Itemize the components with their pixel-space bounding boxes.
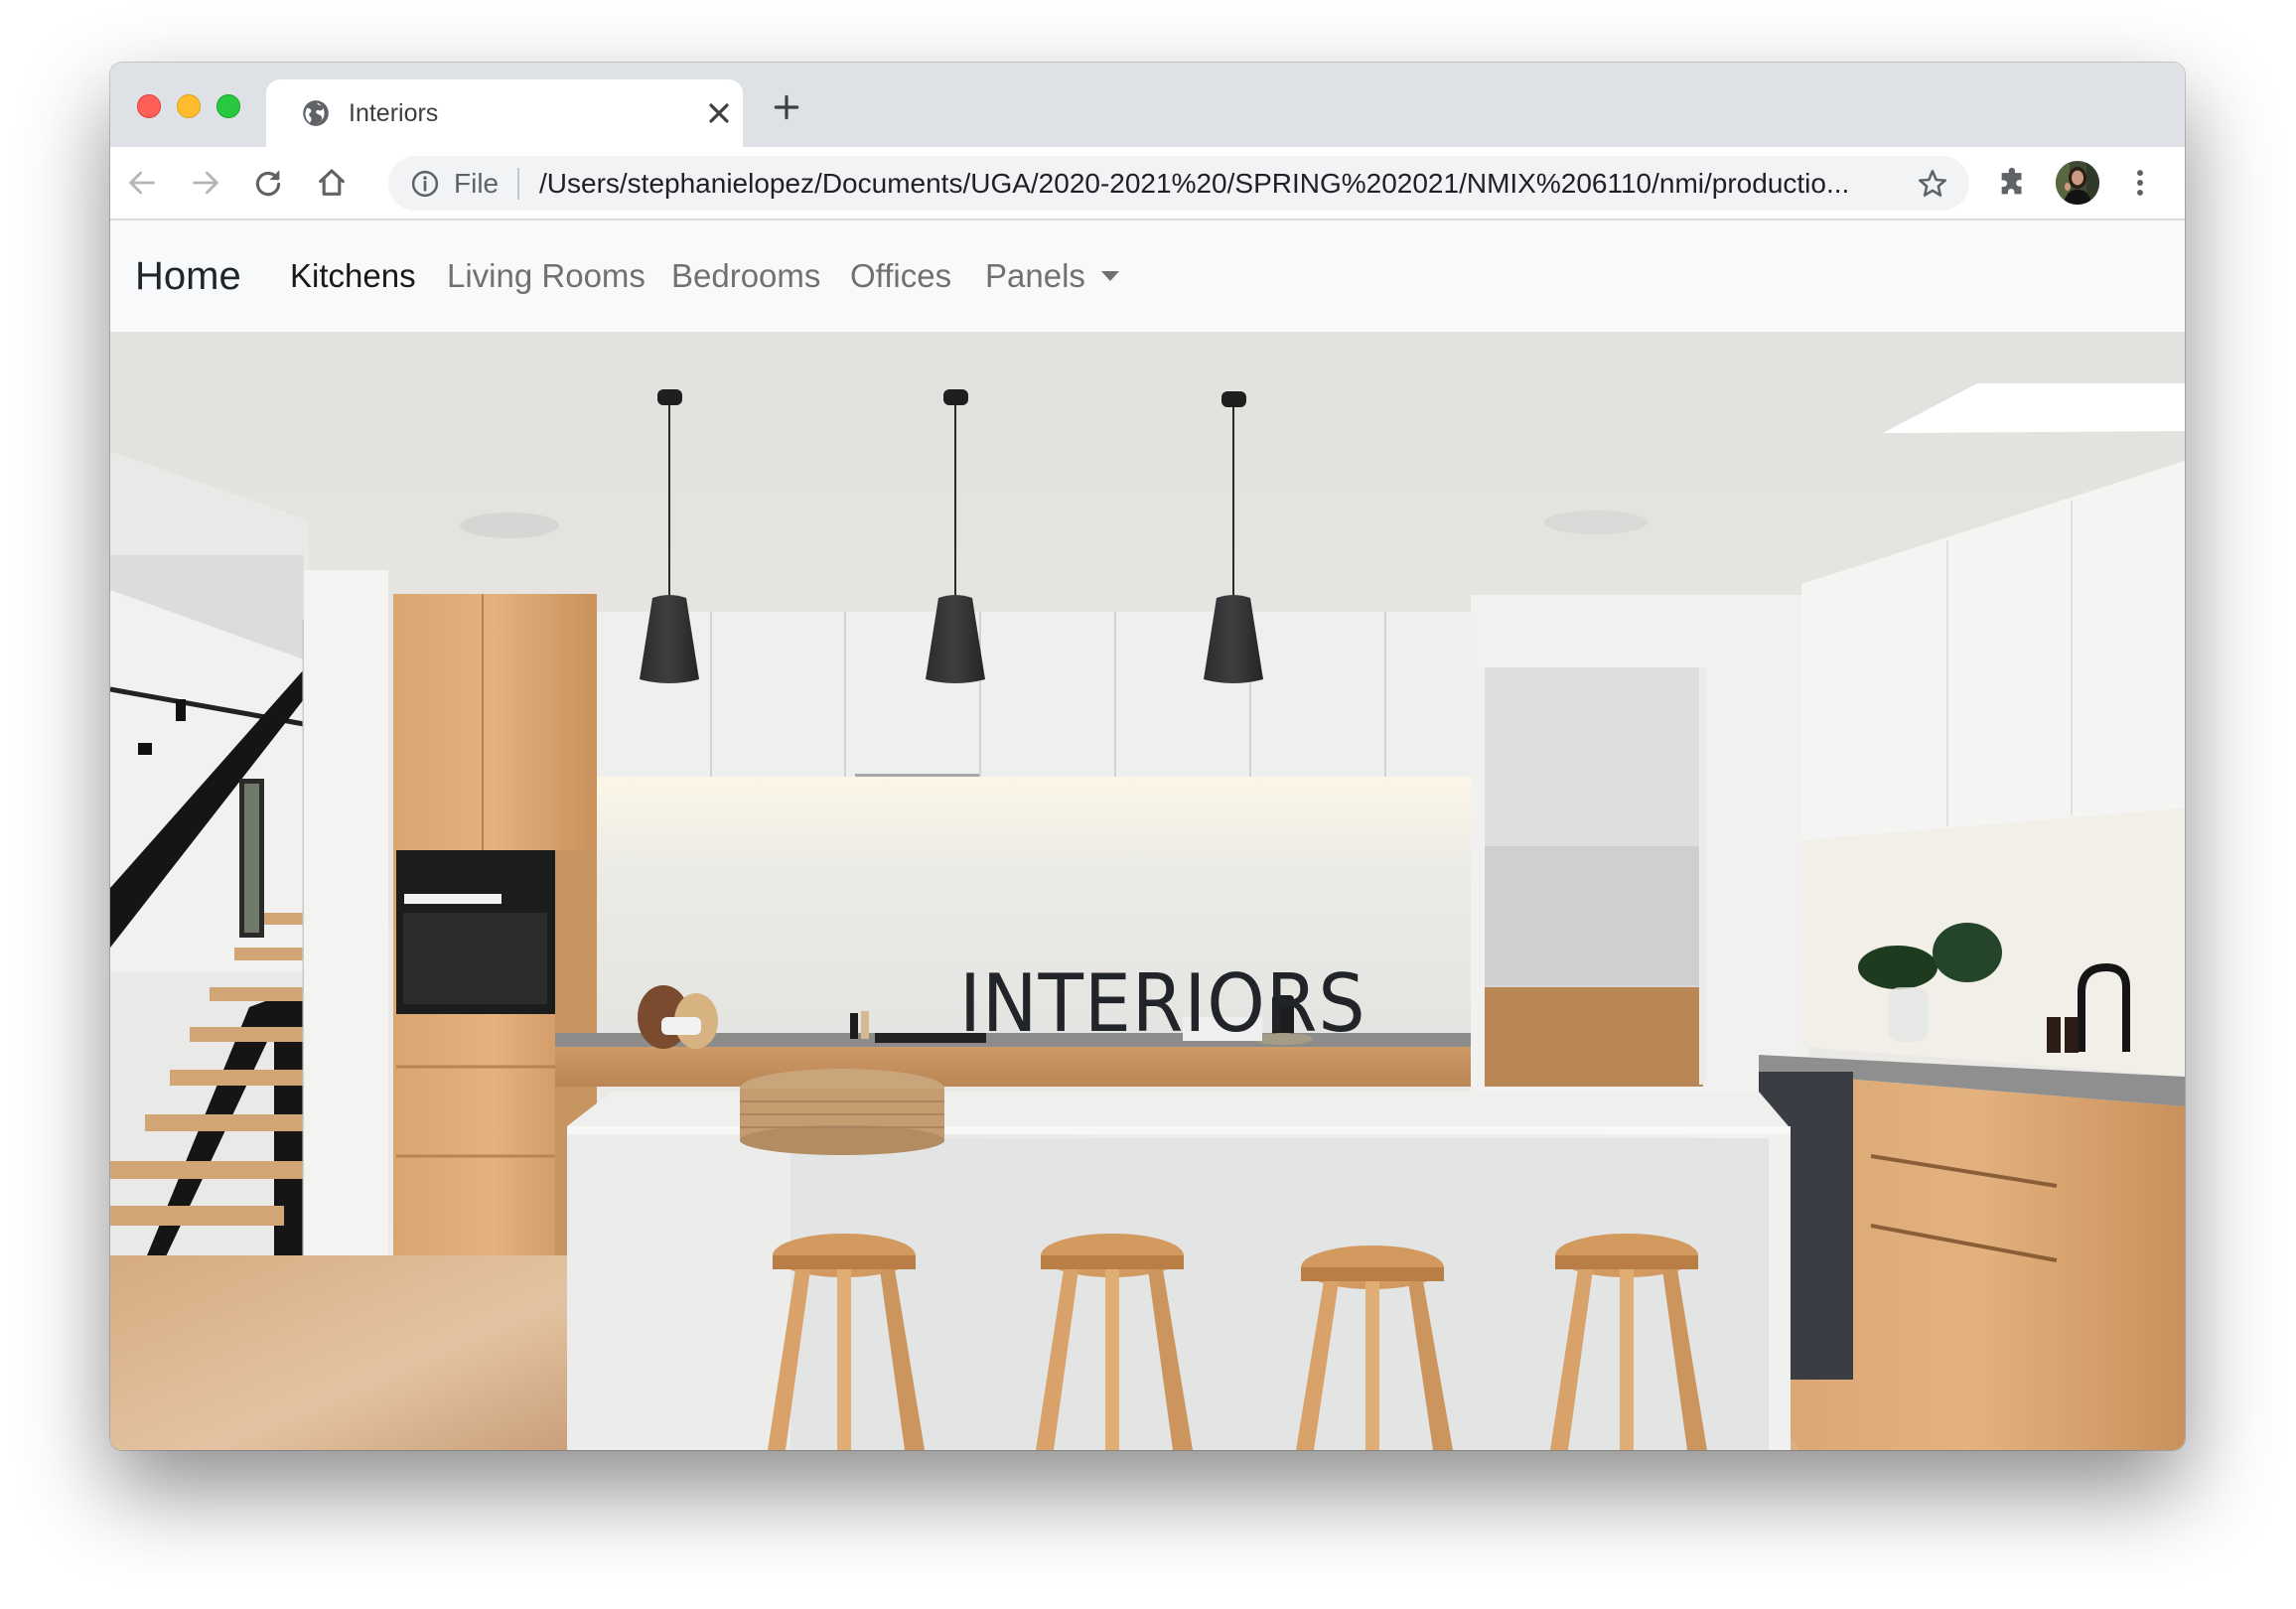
url-scheme-label: File	[454, 168, 500, 199]
kitchen-illustration	[110, 332, 2185, 1450]
star-icon[interactable]	[1916, 167, 1949, 201]
window-close-button[interactable]	[137, 94, 161, 118]
nav-link-offices[interactable]: Offices	[850, 256, 951, 296]
arrow-left-icon[interactable]	[125, 166, 159, 200]
navbar-brand-home-link[interactable]: Home	[135, 252, 241, 300]
tab-title: Interiors	[349, 99, 439, 127]
site-navbar: Home Kitchens Living Rooms Bedrooms Offi…	[110, 220, 2185, 332]
tab-strip: Interiors	[110, 63, 2185, 147]
globe-icon	[303, 100, 329, 126]
browser-toolbar: File /Users/stephanielopez/Documents/UGA…	[110, 147, 2185, 220]
home-icon[interactable]	[315, 166, 349, 200]
browser-tab-active[interactable]: Interiors	[266, 79, 743, 147]
browser-window: Interiors File /Users/stephanielopez/Doc…	[110, 63, 2185, 1450]
nav-dropdown-panels-label: Panels	[985, 257, 1085, 294]
omnibox-separator	[517, 168, 519, 200]
hero-image-kitchen: INTERIORS	[110, 332, 2185, 1450]
new-tab-button[interactable]	[771, 91, 802, 123]
window-maximize-button[interactable]	[216, 94, 240, 118]
url-text[interactable]: /Users/stephanielopez/Documents/UGA/2020…	[539, 167, 1849, 201]
window-minimize-button[interactable]	[177, 94, 201, 118]
nav-link-bedrooms[interactable]: Bedrooms	[671, 256, 820, 296]
arrow-right-icon[interactable]	[189, 166, 222, 200]
info-icon[interactable]	[410, 169, 440, 199]
avatar[interactable]	[2056, 161, 2099, 205]
close-icon[interactable]	[703, 97, 735, 129]
reload-icon[interactable]	[251, 166, 285, 200]
nav-link-living-rooms[interactable]: Living Rooms	[447, 256, 646, 296]
address-bar[interactable]: File /Users/stephanielopez/Documents/UGA…	[388, 156, 1969, 211]
more-vertical-icon[interactable]	[2123, 166, 2157, 200]
puzzle-icon[interactable]	[1996, 166, 2030, 200]
nav-dropdown-panels[interactable]: Panels	[985, 256, 1119, 296]
hero-overlay-title: INTERIORS	[959, 957, 1366, 1050]
nav-link-kitchens[interactable]: Kitchens	[290, 256, 416, 296]
caret-down-icon	[1100, 271, 1119, 281]
